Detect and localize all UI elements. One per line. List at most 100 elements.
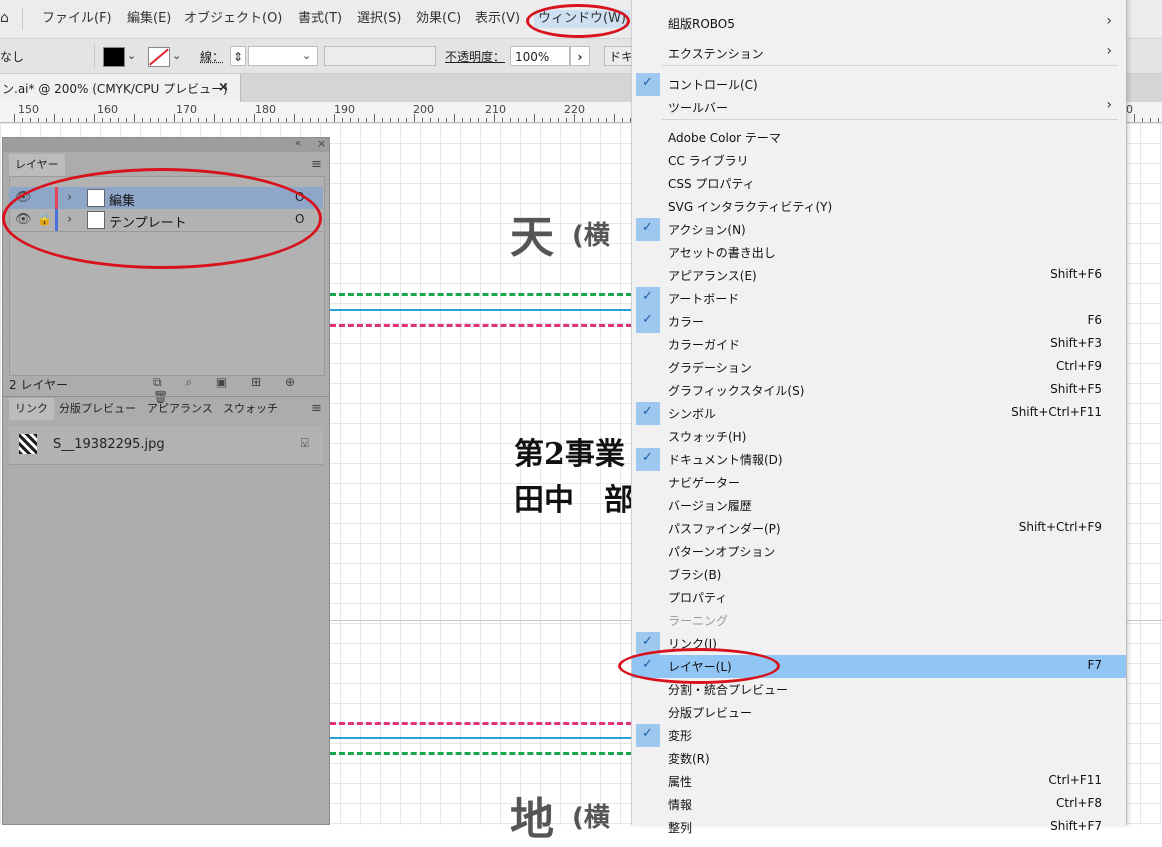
document-tab[interactable]: ン.ai* @ 200% (CMYK/CPU プレビュー) ×: [0, 74, 241, 102]
menu-item[interactable]: パターンオプション: [632, 540, 1126, 563]
ruler-tick: [166, 118, 167, 122]
ruler-tick: [606, 118, 607, 122]
collapse-panel-icon[interactable]: «: [295, 138, 301, 149]
menu-item-label: グラデーション: [668, 361, 752, 375]
links-panel-menu-icon[interactable]: ≡: [311, 401, 322, 416]
fill-dropdown-icon[interactable]: ⌄: [127, 49, 136, 62]
menu-select[interactable]: 選択(S): [357, 10, 401, 28]
close-tab-icon[interactable]: ×: [218, 80, 229, 95]
tab-swatches[interactable]: スウォッチ: [217, 398, 284, 420]
ruler-tick: [182, 118, 183, 122]
menu-item[interactable]: アクション(N): [632, 218, 1126, 241]
menu-item[interactable]: バージョン履歴: [632, 494, 1126, 517]
menu-edit[interactable]: 編集(E): [127, 10, 171, 28]
ruler-tick: [550, 118, 551, 122]
panel-divider: [3, 396, 329, 397]
menu-separator: [662, 119, 1118, 120]
menu-item[interactable]: CC ライブラリ: [632, 149, 1126, 172]
ruler-tick: [270, 118, 271, 122]
menu-item[interactable]: スウォッチ(H): [632, 425, 1126, 448]
menu-item[interactable]: プロパティ: [632, 586, 1126, 609]
link-row[interactable]: S__19382295.jpg ⍌: [9, 426, 323, 465]
link-file-name[interactable]: S__19382295.jpg: [53, 437, 165, 452]
fill-swatch[interactable]: [103, 47, 125, 67]
menu-effect[interactable]: 効果(C): [416, 10, 461, 28]
menu-item[interactable]: アピアランス(E) Shift+F6: [632, 264, 1126, 287]
menu-item[interactable]: 情報 Ctrl+F8: [632, 793, 1126, 816]
home-icon[interactable]: ⌂: [0, 10, 14, 28]
menu-item[interactable]: グラデーション Ctrl+F9: [632, 356, 1126, 379]
menu-type[interactable]: 書式(T): [298, 10, 342, 28]
menu-item[interactable]: パスファインダー(P) Shift+Ctrl+F9: [632, 517, 1126, 540]
menu-item-shortcut: F7: [1087, 658, 1102, 672]
opacity-arrow-icon[interactable]: ›: [570, 46, 590, 66]
menu-item[interactable]: 属性 Ctrl+F11: [632, 770, 1126, 793]
stroke-swatch[interactable]: [148, 47, 170, 67]
ruler-tick: [350, 118, 351, 122]
menu-item-label: バージョン履歴: [668, 499, 752, 513]
ruler-tick: [1158, 118, 1159, 122]
menu-item-label: ラーニング: [668, 614, 729, 628]
opacity-field[interactable]: 100%: [510, 46, 570, 66]
menu-item[interactable]: カラー F6: [632, 310, 1126, 333]
menu-item[interactable]: SVG インタラクティビティ(Y): [632, 195, 1126, 218]
menu-item[interactable]: 変数(R): [632, 747, 1126, 770]
menu-item[interactable]: 組版ROBO5 ›: [632, 12, 1126, 35]
tab-appearance[interactable]: アピアランス: [141, 398, 219, 420]
ruler-label: 180: [255, 103, 276, 116]
menu-item-label: 分版プレビュー: [668, 706, 753, 720]
ruler-tick: [254, 114, 255, 122]
menu-item[interactable]: 分版プレビュー: [632, 701, 1126, 724]
menu-item-label: アピアランス(E): [668, 269, 757, 283]
tab-layers[interactable]: レイヤー: [9, 154, 65, 176]
menu-item[interactable]: 整列 Shift+F7: [632, 816, 1126, 839]
tab-links[interactable]: リンク: [9, 398, 54, 420]
menu-item[interactable]: シンボル Shift+Ctrl+F11: [632, 402, 1126, 425]
ruler-label: 210: [485, 103, 506, 116]
menu-object[interactable]: オブジェクト(O): [184, 10, 282, 28]
ruler-tick: [414, 114, 415, 122]
checkmark-icon: [636, 218, 660, 241]
menu-item[interactable]: エクステンション ›: [632, 42, 1126, 65]
menu-item-label: 変形: [668, 729, 693, 743]
tab-separations[interactable]: 分版プレビュー: [53, 398, 142, 420]
menu-view[interactable]: 表示(V): [475, 10, 520, 28]
menu-item-label: CSS プロパティ: [668, 177, 755, 191]
ruler-tick: [110, 118, 111, 122]
stroke-weight-dropdown-icon[interactable]: ⌄: [302, 49, 311, 62]
menu-item-shortcut: Shift+F3: [1050, 336, 1102, 350]
ruler-tick: [334, 114, 335, 122]
ruler-tick: [358, 118, 359, 122]
menu-item[interactable]: Adobe Color テーマ: [632, 126, 1126, 149]
top-heading: 天: [510, 212, 554, 263]
close-panel-icon[interactable]: ×: [317, 137, 326, 150]
panel-header: « ×: [3, 137, 329, 152]
menu-item[interactable]: コントロール(C): [632, 73, 1126, 96]
link-status-icon[interactable]: ⍌: [301, 436, 309, 451]
layers-panel-menu-icon[interactable]: ≡: [311, 157, 322, 172]
menu-item[interactable]: カラーガイド Shift+F3: [632, 333, 1126, 356]
ruler-tick: [574, 114, 575, 122]
ruler-tick: [38, 118, 39, 122]
guide-line-blue: [330, 737, 632, 739]
menu-item[interactable]: ツールバー ›: [632, 96, 1126, 119]
menu-item[interactable]: アセットの書き出し: [632, 241, 1126, 264]
document-setup-button[interactable]: ドキ: [604, 46, 634, 66]
checkmark-icon: [636, 287, 660, 310]
brush-definition-field[interactable]: [324, 46, 436, 66]
ruler-tick: [46, 118, 47, 122]
ruler-tick: [478, 118, 479, 122]
stroke-dropdown-icon[interactable]: ⌄: [172, 49, 181, 62]
menu-file[interactable]: ファイル(F): [42, 10, 112, 28]
menu-item-label: アートボード: [668, 292, 740, 306]
menu-item[interactable]: ブラシ(B): [632, 563, 1126, 586]
menu-item[interactable]: 変形: [632, 724, 1126, 747]
ruler-tick: [230, 118, 231, 122]
stroke-stepper-icon[interactable]: ⇕: [230, 46, 246, 66]
menu-item[interactable]: CSS プロパティ: [632, 172, 1126, 195]
menu-item[interactable]: グラフィックスタイル(S) Shift+F5: [632, 379, 1126, 402]
ruler-tick: [390, 118, 391, 122]
menu-item[interactable]: ナビゲーター: [632, 471, 1126, 494]
menu-item[interactable]: アートボード: [632, 287, 1126, 310]
menu-item[interactable]: ドキュメント情報(D): [632, 448, 1126, 471]
